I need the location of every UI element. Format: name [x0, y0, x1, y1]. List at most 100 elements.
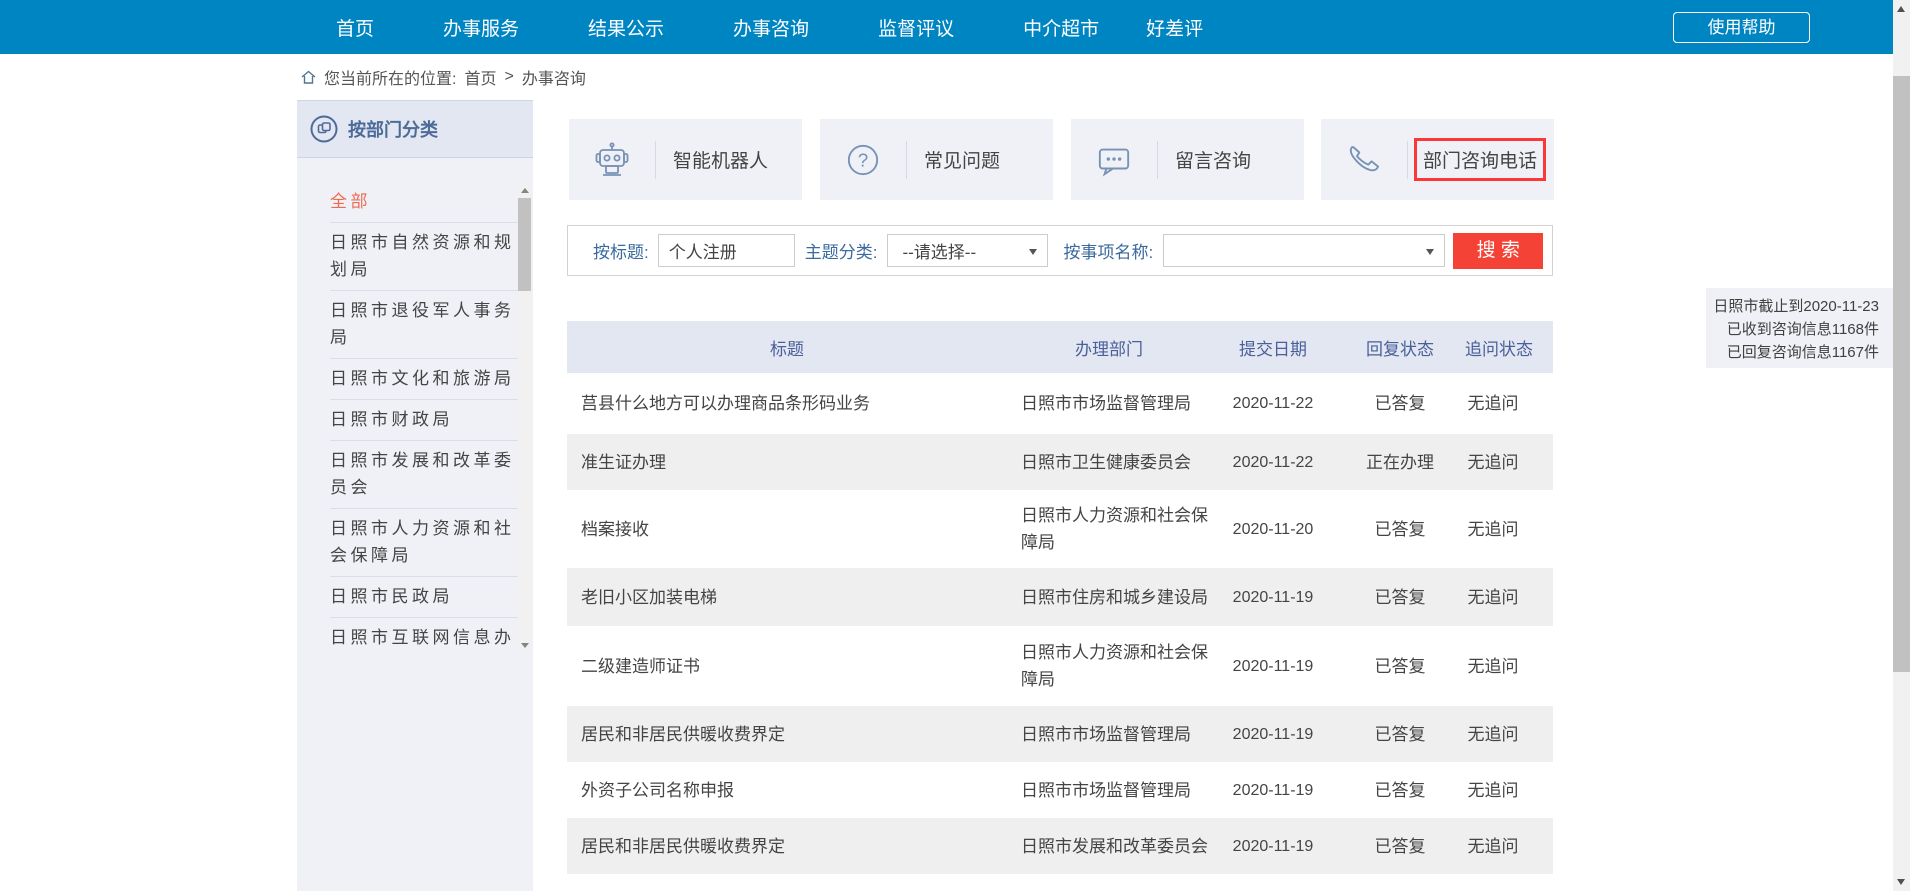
sidebar-scroll-up-icon[interactable] [521, 188, 529, 193]
cell-title[interactable]: 老旧小区加装电梯 [567, 568, 1007, 626]
cell-title[interactable]: 档案接收 [567, 490, 1007, 568]
stats-line2: 已收到咨询信息1168件 [1706, 318, 1879, 341]
cell-date: 2020-11-22 [1211, 434, 1335, 490]
cell-follow-status: 无追问 [1465, 490, 1553, 568]
cell-reply-status: 正在办理 [1335, 434, 1465, 490]
sidebar-scrollbar[interactable] [518, 183, 531, 653]
table-row[interactable]: 居民和非居民供暖收费界定 日照市发展和改革委员会 2020-11-19 已答复 … [567, 818, 1553, 874]
tab-leave-message[interactable]: 留言咨询 [1071, 119, 1304, 200]
cell-follow-status: 无追问 [1465, 373, 1553, 434]
table-row[interactable]: 莒县什么地方可以办理商品条形码业务 日照市市场监督管理局 2020-11-22 … [567, 373, 1553, 434]
nav-item[interactable]: 好差评 [1146, 14, 1203, 41]
table-row[interactable]: 档案接收 日照市人力资源和社会保障局 2020-11-20 已答复 无追问 [567, 490, 1553, 568]
breadcrumb-current[interactable]: 办事咨询 [522, 65, 586, 89]
cell-follow-status: 无追问 [1465, 762, 1553, 818]
search-category-select[interactable]: --请选择-- [887, 234, 1048, 267]
table-row[interactable]: 准生证办理 日照市卫生健康委员会 2020-11-22 正在办理 无追问 [567, 434, 1553, 490]
cell-reply-status: 已答复 [1335, 818, 1465, 874]
table-row[interactable]: 二级建造师证书 日照市人力资源和社会保障局 2020-11-19 已答复 无追问 [567, 626, 1553, 706]
consultation-table: 标题 办理部门 提交日期 回复状态 追问状态 莒县什么地方可以办理商品条形码业务… [567, 321, 1553, 874]
nav-item[interactable]: 监督评议 [878, 14, 954, 41]
cell-follow-status: 无追问 [1465, 706, 1553, 762]
search-category-label: 主题分类: [805, 238, 878, 263]
search-button[interactable]: 搜 索 [1453, 233, 1543, 269]
table-row[interactable]: 居民和非居民供暖收费界定 日照市市场监督管理局 2020-11-19 已答复 无… [567, 706, 1553, 762]
col-header-reply-status: 回复状态 [1335, 321, 1465, 373]
stats-box: 日照市截止到2020-11-23 已收到咨询信息1168件 已回复咨询信息116… [1706, 288, 1893, 368]
col-header-date: 提交日期 [1211, 321, 1335, 373]
sidebar-item[interactable]: 全部 [330, 182, 520, 223]
sidebar-scrollbar-thumb[interactable] [518, 198, 531, 291]
tab-department-phone[interactable]: 部门咨询电话 [1321, 119, 1554, 200]
page: 首页办事服务结果公示办事咨询监督评议中介超市好差评 使用帮助 您当前所在的位置:… [0, 0, 1910, 891]
col-header-department: 办理部门 [1007, 321, 1211, 373]
cell-title[interactable]: 居民和非居民供暖收费界定 [567, 818, 1007, 874]
cell-reply-status: 已答复 [1335, 706, 1465, 762]
cell-date: 2020-11-20 [1211, 490, 1335, 568]
robot-icon [595, 142, 629, 178]
cell-department: 日照市市场监督管理局 [1007, 373, 1211, 434]
tab-divider [1407, 141, 1408, 179]
sidebar-item[interactable]: 日照市财政局 [330, 400, 520, 441]
col-header-follow-status: 追问状态 [1465, 321, 1553, 373]
sidebar-item[interactable]: 日照市民政局 [330, 577, 520, 618]
stats-line3: 已回复咨询信息1167件 [1706, 341, 1879, 364]
page-scrollbar-thumb[interactable] [1893, 76, 1910, 672]
cell-title[interactable]: 莒县什么地方可以办理商品条形码业务 [567, 373, 1007, 434]
nav-item[interactable]: 首页 [336, 14, 374, 41]
cell-date: 2020-11-22 [1211, 373, 1335, 434]
sidebar-item[interactable]: 日照市人力资源和社会保障局 [330, 509, 520, 577]
sidebar-header: 按部门分类 [297, 101, 533, 158]
phone-icon [1347, 142, 1381, 178]
table-body: 莒县什么地方可以办理商品条形码业务 日照市市场监督管理局 2020-11-22 … [567, 373, 1553, 874]
page-scroll-up-icon[interactable] [1897, 6, 1905, 12]
sidebar-department-filter: 按部门分类 全部日照市自然资源和规划局日照市退役军人事务局日照市文化和旅游局日照… [297, 100, 533, 891]
search-item-label: 按事项名称: [1063, 238, 1153, 263]
stats-line1: 日照市截止到2020-11-23 [1706, 295, 1879, 318]
tab-divider [906, 141, 907, 179]
cell-reply-status: 已答复 [1335, 568, 1465, 626]
sidebar-item[interactable]: 日照市自然资源和规划局 [330, 223, 520, 291]
breadcrumb-home[interactable]: 首页 [464, 65, 496, 89]
sidebar-item[interactable]: 日照市退役军人事务局 [330, 291, 520, 359]
cell-title[interactable]: 外资子公司名称申报 [567, 762, 1007, 818]
caret-down-icon [1029, 249, 1037, 255]
nav-item[interactable]: 结果公示 [588, 14, 664, 41]
cell-reply-status: 已答复 [1335, 490, 1465, 568]
cell-reply-status: 已答复 [1335, 762, 1465, 818]
sidebar-item[interactable]: 日照市互联网信息办 [330, 618, 520, 658]
tab-label: 常见问题 [924, 146, 1000, 173]
tab-label-highlighted: 部门咨询电话 [1414, 138, 1546, 181]
nav-item[interactable]: 办事服务 [443, 14, 519, 41]
cell-date: 2020-11-19 [1211, 626, 1335, 706]
sidebar-scroll-down-icon[interactable] [521, 643, 529, 648]
tab-divider [1157, 141, 1158, 179]
cell-follow-status: 无追问 [1465, 818, 1553, 874]
cell-title[interactable]: 居民和非居民供暖收费界定 [567, 706, 1007, 762]
page-scrollbar[interactable] [1893, 0, 1910, 891]
search-title-input[interactable] [658, 234, 795, 267]
tab-faq[interactable]: ? 常见问题 [820, 119, 1053, 200]
nav-item[interactable]: 中介超市 [1023, 14, 1099, 41]
cell-date: 2020-11-19 [1211, 818, 1335, 874]
cell-follow-status: 无追问 [1465, 434, 1553, 490]
cell-title[interactable]: 二级建造师证书 [567, 626, 1007, 706]
breadcrumb-prefix: 您当前所在的位置: [324, 65, 456, 89]
table-row[interactable]: 外资子公司名称申报 日照市市场监督管理局 2020-11-19 已答复 无追问 [567, 762, 1553, 818]
cell-reply-status: 已答复 [1335, 373, 1465, 434]
cell-department: 日照市市场监督管理局 [1007, 706, 1211, 762]
page-scroll-down-icon[interactable] [1897, 879, 1905, 885]
nav-item[interactable]: 办事咨询 [733, 14, 809, 41]
table-row[interactable]: 老旧小区加装电梯 日照市住房和城乡建设局 2020-11-19 已答复 无追问 [567, 568, 1553, 626]
tab-smart-robot[interactable]: 智能机器人 [569, 119, 802, 200]
search-title-label: 按标题: [593, 238, 649, 263]
search-item-select[interactable] [1163, 234, 1445, 267]
sidebar-item[interactable]: 日照市文化和旅游局 [330, 359, 520, 400]
tab-label: 智能机器人 [673, 146, 768, 173]
svg-text:?: ? [858, 150, 869, 171]
help-button[interactable]: 使用帮助 [1673, 12, 1810, 43]
sidebar-item[interactable]: 日照市发展和改革委员会 [330, 441, 520, 509]
question-icon: ? [846, 142, 880, 178]
cell-title[interactable]: 准生证办理 [567, 434, 1007, 490]
cell-department: 日照市卫生健康委员会 [1007, 434, 1211, 490]
